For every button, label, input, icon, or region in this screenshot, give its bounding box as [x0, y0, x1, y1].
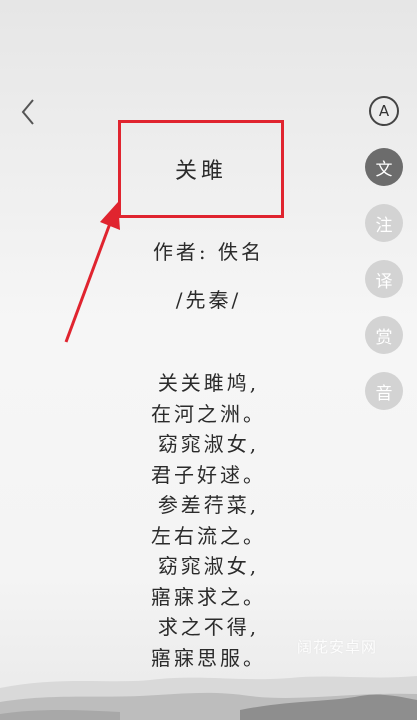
tab-appreciation-label: 赏	[375, 327, 393, 348]
font-a-icon[interactable]: A	[369, 96, 399, 126]
poem-author: 作者: 佚名	[152, 240, 265, 264]
poem-line: 寤寐思服。	[151, 645, 266, 670]
tab-notes[interactable]: 注	[365, 204, 403, 242]
poem-line: 君子好逑。	[151, 462, 266, 487]
tab-text-label: 文	[375, 159, 393, 180]
poem-line: 窈窕淑女,	[157, 554, 260, 578]
back-chevron-icon	[21, 99, 34, 125]
font-button-label: A	[378, 102, 390, 120]
title-highlight-box: 关雎	[118, 120, 284, 218]
tab-translation-label: 译	[375, 271, 393, 292]
tab-notes-label: 注	[375, 215, 393, 236]
tab-audio[interactable]: 音	[365, 372, 403, 410]
tab-translation[interactable]: 译	[365, 260, 403, 298]
poem-line: 寤寐求之。	[151, 584, 266, 609]
poem-line: 参差荇菜,	[157, 493, 260, 517]
side-toolbar: A 文 注 译 赏 音	[365, 96, 403, 428]
back-button[interactable]	[14, 96, 42, 128]
poem-dynasty: /先秦/	[175, 288, 242, 312]
poem-body: 关关雎鸠, 在河之洲。 窈窕淑女, 君子好逑。 参差荇菜, 左右流之。 窈窕淑女…	[0, 368, 417, 673]
watermark: 阔花安卓网	[296, 638, 377, 656]
poem-line: 关关雎鸠,	[157, 371, 260, 395]
tab-text[interactable]: 文	[365, 148, 403, 186]
poem-title: 关雎	[174, 159, 227, 184]
tab-audio-label: 音	[375, 383, 393, 404]
poem-line: 左右流之。	[151, 523, 266, 548]
annotation-arrow-icon	[64, 202, 120, 343]
poem-line: 在河之洲。	[151, 401, 266, 426]
tab-appreciation[interactable]: 赏	[365, 316, 403, 354]
poem-line: 求之不得,	[157, 615, 260, 639]
poem-line: 窈窕淑女,	[157, 432, 260, 456]
